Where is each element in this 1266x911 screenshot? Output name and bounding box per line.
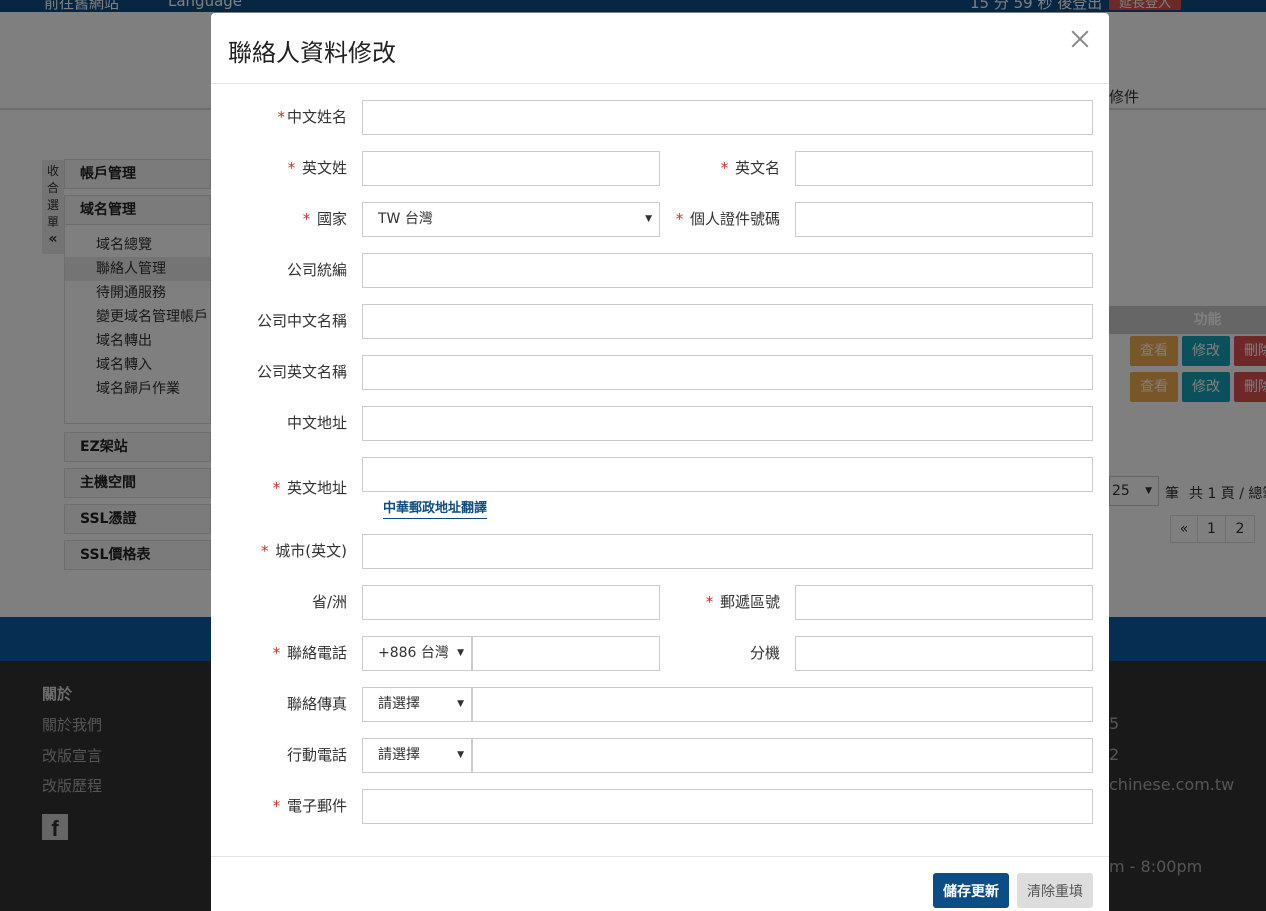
en-last-name-input[interactable] [362,151,660,186]
form-row-english-name: * 英文姓 * 英文名 [211,151,1109,186]
chinese-name-input[interactable] [362,100,1093,135]
form-row-country: * 國家 TW 台灣 ▼ * 個人證件號碼 [211,202,1109,237]
clear-button[interactable]: 清除重填 [1017,873,1093,908]
country-label: * 國家 [302,210,347,228]
phone-input[interactable] [472,636,660,671]
id-number-label: * 個人證件號碼 [675,210,780,228]
fax-label: 聯絡傳真 [286,695,347,713]
en-first-name-input[interactable] [795,151,1093,186]
company-id-input[interactable] [362,253,1093,288]
company-cn-label: 公司中文名稱 [256,312,347,330]
form-row-address-cn: 中文地址 [211,406,1109,441]
province-input[interactable] [362,585,660,620]
modal-header: 聯絡人資料修改 [211,13,1109,84]
form-row-company-cn: 公司中文名稱 [211,304,1109,339]
form-row-city: * 城市(英文) [211,534,1109,569]
city-input[interactable] [362,534,1093,569]
caret-down-icon: ▼ [457,699,464,709]
ext-label: 分機 [749,644,780,662]
en-first-name-label: * 英文名 [720,159,780,177]
form-row-phone: * 聯絡電話 +886 台灣 ▼ 分機 [211,636,1109,671]
id-number-input[interactable] [795,202,1093,237]
province-label: 省/洲 [311,593,347,611]
caret-down-icon: ▼ [457,648,464,658]
postal-code-label: * 郵遞區號 [705,593,780,611]
ext-input[interactable] [795,636,1093,671]
phone-country-code-select[interactable]: +886 台灣 ▼ [362,636,472,671]
modal-footer: 儲存更新 清除重填 [211,856,1109,911]
close-icon[interactable] [1069,28,1091,50]
postal-address-translate-link[interactable]: 中華郵政地址翻譯 [383,497,488,519]
form-row-company-en: 公司英文名稱 [211,355,1109,390]
modal-title: 聯絡人資料修改 [228,39,396,67]
address-en-label: * 英文地址 [272,479,347,497]
company-en-label: 公司英文名稱 [256,363,347,381]
company-en-input[interactable] [362,355,1093,390]
caret-down-icon: ▼ [457,750,464,760]
caret-down-icon: ▼ [645,214,652,224]
mobile-input[interactable] [472,738,1093,773]
company-cn-input[interactable] [362,304,1093,339]
mobile-country-code-select[interactable]: 請選擇 ▼ [362,738,472,773]
address-cn-input[interactable] [362,406,1093,441]
form-row-province: 省/洲 * 郵遞區號 [211,585,1109,620]
city-label: * 城市(英文) [261,542,347,560]
phone-label: * 聯絡電話 [272,644,347,662]
mobile-label: 行動電話 [286,746,347,764]
contact-edit-modal: 聯絡人資料修改 * 中文姓名 * 英文姓 * 英文名 * 國家 TW 台灣 ▼ *… [211,13,1109,911]
company-id-label: 公司統編 [286,261,347,279]
email-input[interactable] [362,789,1093,824]
address-en-input[interactable] [362,457,1093,492]
form-row-mobile: 行動電話 請選擇 ▼ [211,738,1109,773]
email-label: * 電子郵件 [272,797,347,815]
fax-input[interactable] [472,687,1093,722]
address-cn-label: 中文地址 [286,414,347,432]
country-select[interactable]: TW 台灣 ▼ [362,202,660,237]
chinese-name-label: * 中文姓名 [277,108,347,126]
form-row-company-id: 公司統編 [211,253,1109,288]
en-last-name-label: * 英文姓 [287,159,347,177]
form-row-email: * 電子郵件 [211,789,1109,824]
save-button[interactable]: 儲存更新 [933,873,1009,908]
form-row-chinese-name: * 中文姓名 [211,100,1109,135]
fax-country-code-select[interactable]: 請選擇 ▼ [362,687,472,722]
form-row-address-en: * 英文地址 [211,457,1109,497]
form-row-fax: 聯絡傳真 請選擇 ▼ [211,687,1109,722]
postal-code-input[interactable] [795,585,1093,620]
